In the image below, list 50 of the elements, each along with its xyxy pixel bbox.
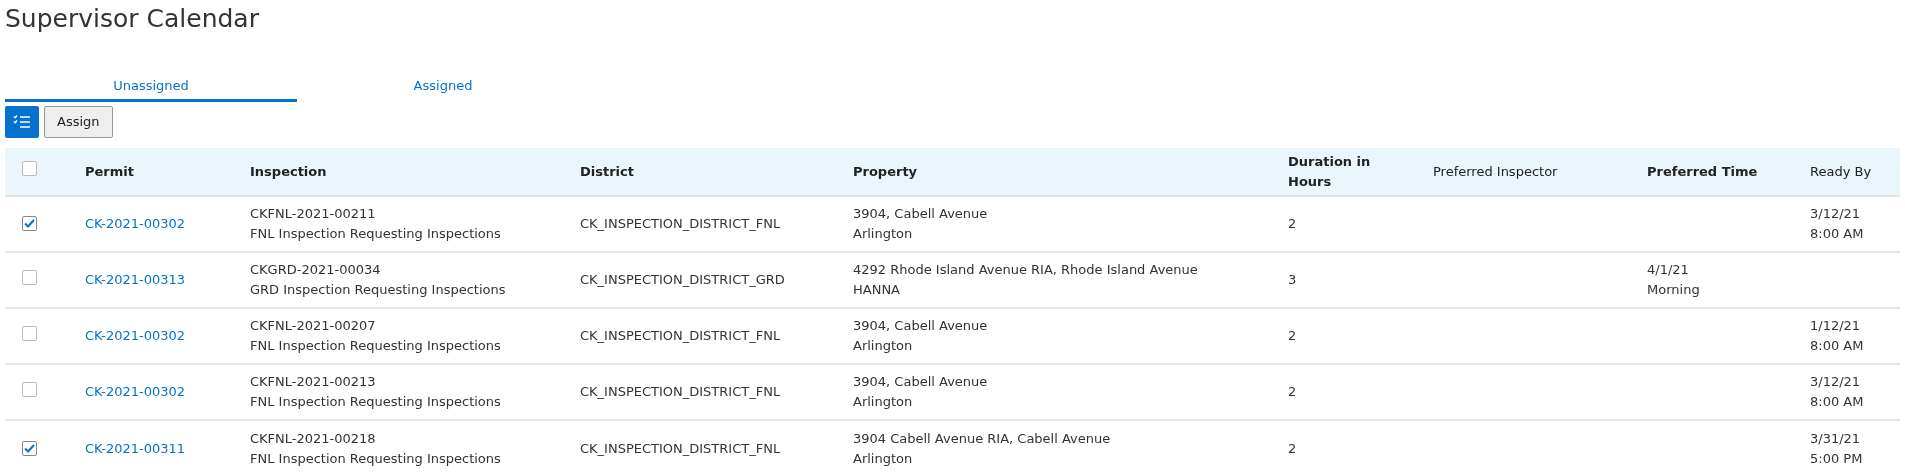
page-title: Supervisor Calendar	[5, 3, 259, 35]
table-cell-text: CK_INSPECTION_DISTRICT_FNL	[580, 439, 781, 458]
checkbox[interactable]	[22, 381, 37, 397]
table-cell-text: CK_INSPECTION_DISTRICT_FNL	[580, 327, 781, 345]
table-cell-text: 3/31/21 5:00 PM	[1810, 429, 1863, 468]
table-cell-text: CKFNL-2021-00207 FNL Inspection Requesting Inspections	[250, 317, 501, 355]
checkbox[interactable]	[22, 216, 37, 232]
permit-link[interactable]: CK-2021-00302	[85, 328, 186, 344]
checkbox[interactable]	[22, 325, 37, 341]
assign-button[interactable]: Assign	[44, 106, 113, 138]
table-cell-text: 3/12/21 8:00 AM	[1810, 373, 1864, 411]
permit-link[interactable]: CK-2021-00302	[85, 384, 186, 400]
table-cell-text: 2	[1288, 383, 1297, 401]
table-cell-text: CKFNL-2021-00213 FNL Inspection Requesting Inspections	[250, 373, 501, 411]
checkbox[interactable]	[22, 440, 37, 456]
checkbox[interactable]	[22, 269, 37, 285]
table-cell-text: CK_INSPECTION_DISTRICT_FNL	[580, 383, 781, 401]
column-header: Inspection	[250, 163, 327, 179]
table-cell-text: 4/1/21 Morning	[1647, 261, 1700, 299]
table-cell-text: 3/12/21 8:00 AM	[1810, 205, 1864, 243]
permit-link[interactable]: CK-2021-00302	[85, 216, 186, 232]
tab[interactable]: Unassigned	[5, 72, 297, 102]
column-header: District	[580, 163, 634, 179]
column-header: Preferred Inspector	[1433, 163, 1558, 179]
permit-link[interactable]: CK-2021-00311	[85, 440, 186, 456]
table-cell-text: 2	[1288, 327, 1297, 345]
permit-link[interactable]: CK-2021-00313	[85, 272, 186, 288]
checklist-icon	[13, 114, 31, 130]
table-cell-text: 1/12/21 8:00 AM	[1810, 317, 1864, 355]
table-cell-text: CKGRD-2021-00034 GRD Inspection Requesting Inspections	[250, 261, 506, 299]
table-cell-text: 3904, Cabell Avenue Arlington	[853, 373, 988, 411]
column-header: Property	[853, 163, 918, 179]
table-cell-text: 3	[1288, 271, 1297, 289]
tab[interactable]: Assigned	[297, 72, 589, 102]
column-header: Permit	[85, 163, 134, 179]
table-cell-text: CK_INSPECTION_DISTRICT_FNL	[580, 215, 781, 233]
table-cell-text: CKFNL-2021-00218 FNL Inspection Requesting Inspections	[250, 429, 501, 468]
column-header: Ready By	[1810, 163, 1872, 179]
multiselect-button[interactable]	[5, 106, 39, 138]
table-cell-text: 2	[1288, 215, 1297, 233]
table-cell-text: 2	[1288, 439, 1297, 458]
column-header: Duration in Hours	[1288, 154, 1371, 189]
table-cell-text: 3904, Cabell Avenue Arlington	[853, 205, 988, 243]
table-cell-text: 3904 Cabell Avenue RIA, Cabell Avenue Arlington	[853, 429, 1111, 468]
checkbox[interactable]	[22, 161, 37, 177]
table-cell-text: 3904, Cabell Avenue Arlington	[853, 317, 988, 355]
table-cell-text: 4292 Rhode Island Avenue RIA, Rhode Island Avenue HANNA	[853, 261, 1198, 299]
column-header: Preferred Time	[1647, 163, 1758, 179]
table-cell-text: CKFNL-2021-00211 FNL Inspection Requesting Inspections	[250, 205, 501, 243]
table-cell-text: CK_INSPECTION_DISTRICT_GRD	[580, 271, 785, 289]
